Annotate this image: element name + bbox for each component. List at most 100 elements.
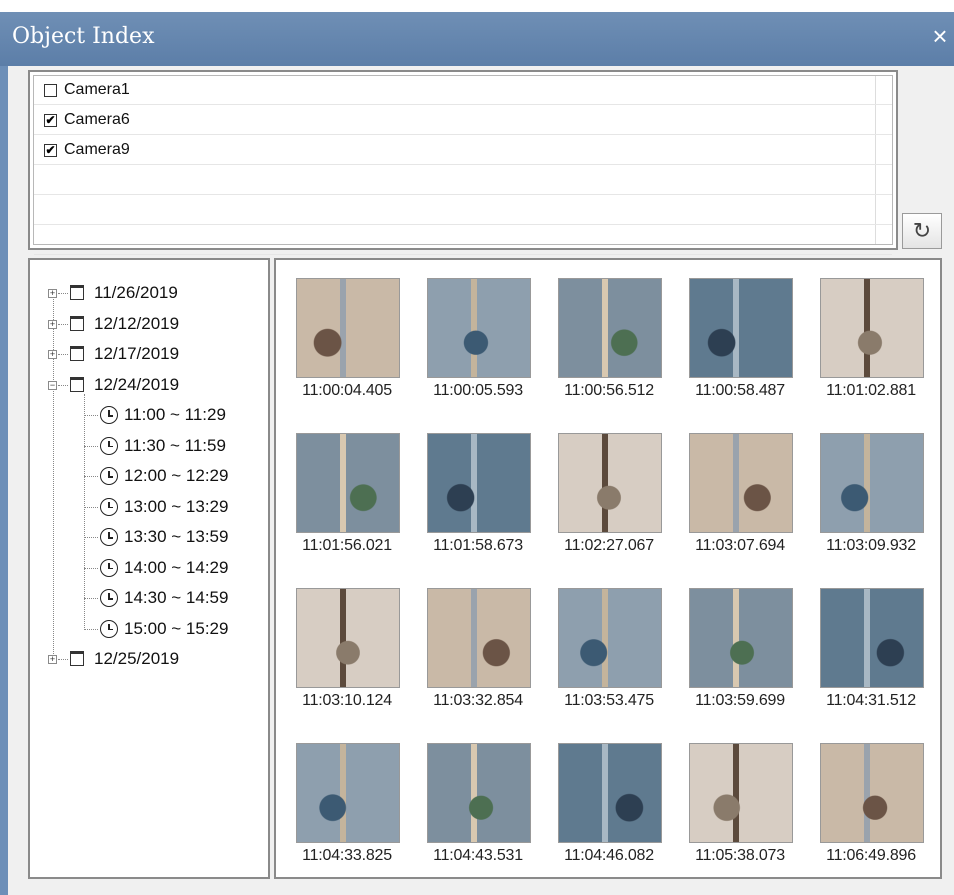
camera-list-row (34, 166, 892, 195)
camera-list-row[interactable]: ✔ Camera9 (34, 136, 892, 165)
tree-time-node[interactable]: 14:30 ~ 14:59 (30, 585, 260, 613)
camera-label: Camera1 (64, 81, 130, 98)
tree-date-label: 12/25/2019 (94, 649, 180, 668)
clock-icon (100, 528, 118, 546)
tree-time-label: 12:00 ~ 12:29 (124, 466, 229, 485)
thumbnail-image[interactable] (558, 743, 662, 843)
date-time-tree[interactable]: +11/26/2019 +12/12/2019 +12/17/2019−12/24/… (28, 258, 270, 879)
calendar-icon (70, 285, 84, 300)
thumbnail-item[interactable]: 11:04:46.082 (544, 743, 674, 893)
thumbnail-image[interactable] (558, 588, 662, 688)
thumbnail-image[interactable] (820, 743, 924, 843)
tree-connector (58, 659, 68, 660)
thumbnail-timestamp: 11:01:56.021 (302, 537, 392, 554)
tree-time-node[interactable]: 13:00 ~ 13:29 (30, 494, 260, 522)
thumbnail-item[interactable]: 11:01:02.881 (806, 278, 936, 428)
thumbnail-item[interactable]: 11:05:38.073 (675, 743, 805, 893)
tree-date-node[interactable]: +12/12/2019 (30, 311, 260, 339)
thumbnail-image[interactable] (296, 743, 400, 843)
thumbnail-timestamp: 11:02:27.067 (564, 537, 654, 554)
thumbnail-timestamp: 11:01:02.881 (826, 382, 916, 399)
thumbnail-image[interactable] (427, 588, 531, 688)
tree-connector (84, 415, 98, 416)
camera-list-row[interactable]: Camera1 (34, 76, 892, 105)
thumbnail-timestamp: 11:03:07.694 (695, 537, 785, 554)
thumbnail-item[interactable]: 11:04:43.531 (413, 743, 543, 893)
thumbnail-item[interactable]: 11:00:05.593 (413, 278, 543, 428)
close-icon[interactable]: × (926, 20, 954, 52)
tree-date-node[interactable]: +11/26/2019 (30, 280, 260, 308)
thumbnail-image[interactable] (427, 743, 531, 843)
thumbnail-item[interactable]: 11:00:58.487 (675, 278, 805, 428)
tree-date-label: 12/12/2019 (94, 313, 180, 333)
tree-connector (84, 628, 98, 630)
thumbnail-item[interactable]: 11:04:33.825 (282, 743, 412, 893)
thumbnail-timestamp: 11:05:38.073 (695, 847, 785, 864)
thumbnail-timestamp: 11:00:58.487 (695, 382, 785, 399)
tree-time-node[interactable]: 15:00 ~ 15:29 (30, 616, 260, 644)
thumbnail-item[interactable]: 11:00:56.512 (544, 278, 674, 428)
tree-connector (84, 567, 98, 569)
thumbnail-item[interactable]: 11:03:53.475 (544, 588, 674, 738)
thumbnail-image[interactable] (296, 433, 400, 533)
thumbnail-item[interactable]: 11:03:59.699 (675, 588, 805, 738)
thumbnail-image[interactable] (296, 588, 400, 688)
tree-time-node[interactable]: 13:30 ~ 13:59 (30, 524, 260, 552)
tree-connector (58, 384, 68, 386)
camera-checkbox[interactable]: ✔ (44, 114, 57, 127)
thumbnail-image[interactable] (558, 433, 662, 533)
thumbnail-item[interactable]: 11:02:27.067 (544, 433, 674, 583)
thumbnail-item[interactable]: 11:01:58.673 (413, 433, 543, 583)
title-bar[interactable]: Object Index × (0, 12, 954, 66)
thumbnail-item[interactable]: 11:06:49.896 (806, 743, 936, 893)
camera-checkbox[interactable] (44, 84, 57, 97)
thumbnail-item[interactable]: 11:03:10.124 (282, 588, 412, 738)
expand-icon[interactable]: + (48, 350, 57, 359)
thumbnail-item[interactable]: 11:00:04.405 (282, 278, 412, 428)
thumbnail-item[interactable]: 11:03:07.694 (675, 433, 805, 583)
camera-list-row[interactable]: ✔ Camera6 (34, 106, 892, 135)
thumbnail-timestamp: 11:03:10.124 (302, 692, 392, 709)
thumbnail-image[interactable] (427, 433, 531, 533)
thumbnail-image[interactable] (558, 278, 662, 378)
thumbnail-timestamp: 11:01:58.673 (433, 537, 523, 554)
thumbnail-image[interactable] (820, 433, 924, 533)
thumbnail-image[interactable] (427, 278, 531, 378)
camera-checkbox[interactable]: ✔ (44, 144, 57, 157)
expand-icon[interactable]: + (48, 289, 57, 298)
collapse-icon[interactable]: − (48, 380, 57, 390)
thumbnail-timestamp: 11:00:56.512 (564, 382, 654, 399)
tree-date-node[interactable]: +12/25/2019 (30, 646, 260, 674)
thumbnail-image[interactable] (820, 588, 924, 688)
camera-list-inner: Camera1 ✔ Camera6 ✔ Camera9 (33, 75, 893, 255)
clock-icon (100, 467, 118, 485)
thumbnail-image[interactable] (820, 278, 924, 378)
tree-date-node[interactable]: − 12/24/2019 (30, 372, 260, 400)
tree-time-node[interactable]: 11:30 ~ 11:59 (30, 433, 260, 461)
camera-list[interactable]: Camera1 ✔ Camera6 ✔ Camera9 (28, 70, 898, 255)
expand-icon[interactable]: + (48, 319, 57, 329)
thumbnail-image[interactable] (689, 743, 793, 843)
thumbnail-item[interactable]: 11:04:31.512 (806, 588, 936, 738)
refresh-button[interactable]: ↻ (902, 213, 942, 249)
thumbnail-item[interactable]: 11:03:09.932 (806, 433, 936, 583)
thumbnail-image[interactable] (296, 278, 400, 378)
thumbnail-image[interactable] (689, 588, 793, 688)
tree-time-node[interactable]: 12:00 ~ 12:29 (30, 463, 260, 491)
camera-list-row (34, 226, 892, 255)
tree-time-node[interactable]: 14:00 ~ 14:29 (30, 555, 260, 583)
clock-icon (100, 436, 118, 455)
tree-date-node[interactable]: +12/17/2019 (30, 341, 260, 369)
thumbnail-item[interactable]: 11:01:56.021 (282, 433, 412, 583)
thumbnail-timestamp: 11:03:32.854 (433, 692, 523, 709)
thumbnail-grid[interactable]: 11:00:04.405 11:00:05.593 11:00:56.512 11:0… (274, 258, 942, 879)
thumbnail-image[interactable] (689, 278, 793, 378)
calendar-icon (70, 376, 84, 392)
tree-time-node[interactable]: 11:00 ~ 11:29 (30, 402, 260, 430)
tree-connector (84, 445, 98, 447)
thumbnail-image[interactable] (689, 433, 793, 533)
expand-icon[interactable]: + (48, 655, 57, 664)
thumbnail-item[interactable]: 11:03:32.854 (413, 588, 543, 738)
tree-date-label: 12/24/2019 (94, 374, 180, 394)
tree-connector (84, 476, 98, 477)
